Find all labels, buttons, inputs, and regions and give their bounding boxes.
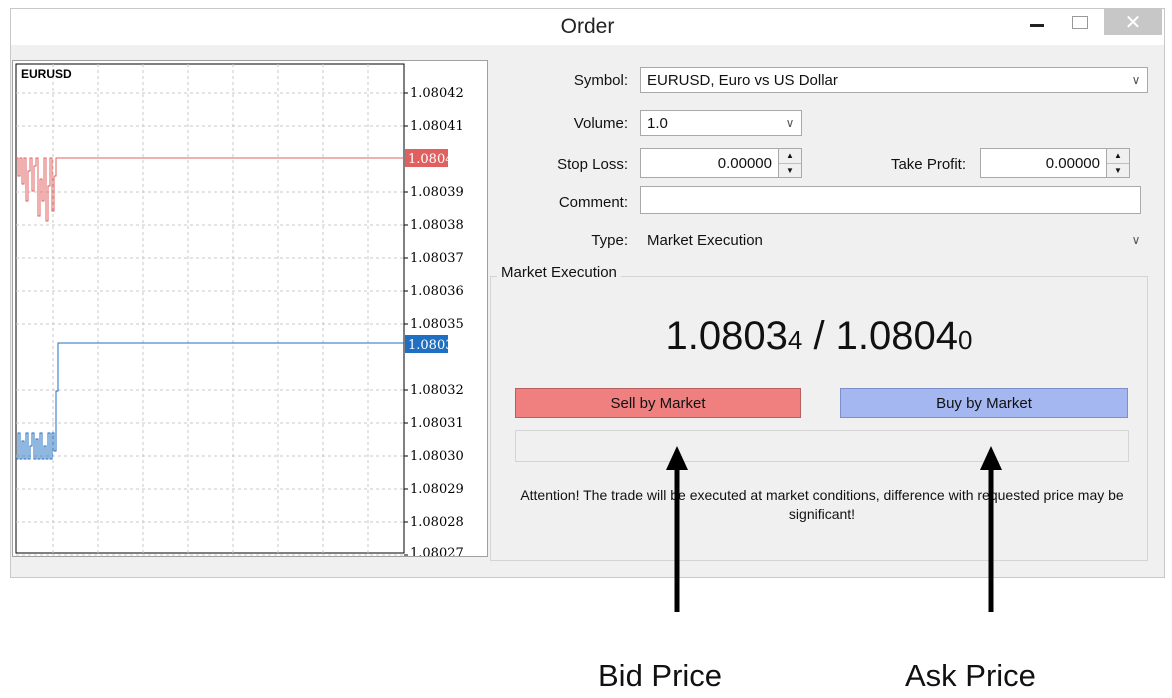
ask-price-annotation: Ask Price xyxy=(905,658,1036,693)
bid-price-annotation: Bid Price xyxy=(598,658,723,693)
ask-arrow-icon xyxy=(980,446,1002,470)
annotation-arrows xyxy=(666,446,1002,612)
bid-arrow-icon xyxy=(666,446,688,470)
